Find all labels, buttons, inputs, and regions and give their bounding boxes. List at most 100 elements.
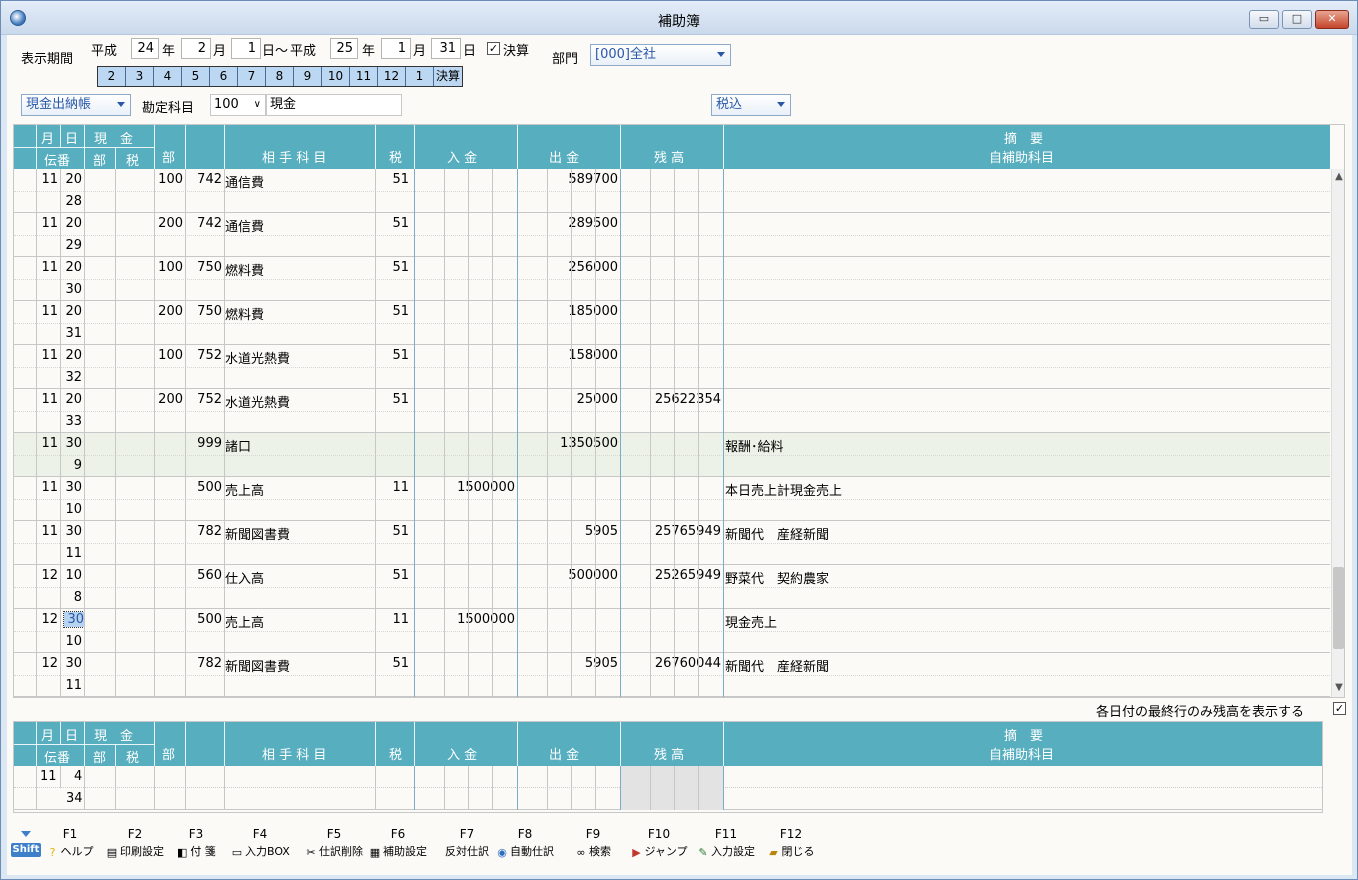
scroll-thumb[interactable] <box>1333 567 1344 649</box>
cell-account[interactable]: 燃料費 <box>225 260 264 279</box>
tax-mode-select[interactable]: 税込 <box>711 94 791 116</box>
cell-dept[interactable]: 200 <box>154 304 183 319</box>
tab-month[interactable]: 12 <box>378 67 406 86</box>
f4-button[interactable]: F4 ▭ 入力BOX <box>231 827 290 859</box>
cell-month[interactable]: 12 <box>36 612 58 627</box>
f12-button[interactable]: F12 ▰ 閉じる <box>763 827 819 859</box>
cell-denban[interactable]: 11 <box>60 546 82 561</box>
close-button[interactable]: ✕ <box>1315 10 1349 29</box>
cell-month[interactable]: 11 <box>36 304 58 319</box>
cell-tax[interactable]: 11 <box>375 612 409 627</box>
cell-tax[interactable]: 51 <box>375 524 409 539</box>
table-row[interactable]: 12 30 10 500 売上高 11 1500000 現金売上 <box>14 609 1330 653</box>
year1-field[interactable]: 24 <box>131 38 159 59</box>
cell-code[interactable]: 782 <box>185 656 222 671</box>
cell-zandaka[interactable]: 26760044 <box>620 656 721 671</box>
cell-tax[interactable]: 51 <box>375 304 409 319</box>
table-row[interactable]: 11 20 33 200 752 水道光熱費 51 25000 25622354 <box>14 389 1330 433</box>
cell-month[interactable]: 11 <box>36 480 58 495</box>
table-row[interactable]: 11 30 11 782 新聞図書費 51 5905 25765949 新聞代 産経新聞 <box>14 521 1330 565</box>
cell-nyukin[interactable]: 1500000 <box>414 612 515 627</box>
cell-shukkin[interactable]: 158000 <box>517 348 618 363</box>
day2-field[interactable]: 31 <box>431 38 461 59</box>
cell-dept[interactable]: 100 <box>154 172 183 187</box>
cell-account[interactable]: 諸口 <box>225 436 251 455</box>
cell-tax[interactable]: 51 <box>375 656 409 671</box>
cell-account[interactable]: 新聞図書費 <box>225 524 290 543</box>
cell-day[interactable]: 30 <box>63 611 85 628</box>
cell-day[interactable]: 20 <box>60 304 82 319</box>
cell-code[interactable]: 560 <box>185 568 222 583</box>
cell-zandaka[interactable]: 25765949 <box>620 524 721 539</box>
cell-tax[interactable]: 51 <box>375 568 409 583</box>
tab-month[interactable]: 2 <box>98 67 126 86</box>
cell-dept[interactable]: 100 <box>154 260 183 275</box>
cell-day[interactable]: 30 <box>60 436 82 451</box>
scroll-up-icon[interactable]: ▲ <box>1332 171 1344 185</box>
f8-button[interactable]: F8 ◉ 自動仕訳 <box>495 827 555 859</box>
cell-tekiyo[interactable]: 本日売上計現金売上 <box>725 480 842 499</box>
cell-tax[interactable]: 51 <box>375 348 409 363</box>
cell-month[interactable]: 12 <box>36 656 58 671</box>
cell-day[interactable]: 30 <box>60 524 82 539</box>
entry-day[interactable]: 4 <box>74 769 82 784</box>
f7-button[interactable]: F7 反対仕訳 <box>443 827 491 859</box>
cell-denban[interactable]: 9 <box>60 458 82 473</box>
cell-account[interactable]: 売上高 <box>225 480 264 499</box>
cell-code[interactable]: 500 <box>185 480 222 495</box>
cell-account[interactable]: 売上高 <box>225 612 264 631</box>
cell-denban[interactable]: 11 <box>60 678 82 693</box>
cell-shukkin[interactable]: 256000 <box>517 260 618 275</box>
cell-dept[interactable]: 200 <box>154 216 183 231</box>
cell-account[interactable]: 通信費 <box>225 216 264 235</box>
account-name-field[interactable]: 現金 <box>266 94 402 116</box>
f9-button[interactable]: F9 ∞ 検索 <box>569 827 617 859</box>
tab-month[interactable]: 6 <box>210 67 238 86</box>
cell-code[interactable]: 750 <box>185 260 222 275</box>
cell-denban[interactable]: 8 <box>60 590 82 605</box>
cell-dept[interactable]: 100 <box>154 348 183 363</box>
vertical-scrollbar[interactable]: ▲ ▼ <box>1331 169 1344 697</box>
tab-kessan[interactable]: 決算 <box>434 67 462 86</box>
cell-shukkin[interactable]: 5905 <box>517 656 618 671</box>
cell-tax[interactable]: 51 <box>375 216 409 231</box>
cell-denban[interactable]: 10 <box>60 502 82 517</box>
cell-denban[interactable]: 30 <box>60 282 82 297</box>
cell-tax[interactable]: 51 <box>375 260 409 275</box>
cell-denban[interactable]: 31 <box>60 326 82 341</box>
cell-shukkin[interactable]: 25000 <box>517 392 618 407</box>
tab-month[interactable]: 4 <box>154 67 182 86</box>
table-row[interactable]: 11 20 28 100 742 通信費 51 589700 <box>14 169 1330 213</box>
cell-denban[interactable]: 28 <box>60 194 82 209</box>
cell-zandaka[interactable]: 25622354 <box>620 392 721 407</box>
day1-field[interactable]: 1 <box>231 38 261 59</box>
f2-button[interactable]: F2 ▤ 印刷設定 <box>105 827 165 859</box>
tab-month[interactable]: 3 <box>126 67 154 86</box>
cell-month[interactable]: 12 <box>36 568 58 583</box>
tab-month[interactable]: 10 <box>322 67 350 86</box>
cell-shukkin[interactable]: 289500 <box>517 216 618 231</box>
cell-tekiyo[interactable]: 現金売上 <box>725 612 777 631</box>
dept-select[interactable]: [000]全社 <box>590 44 731 66</box>
cell-tax[interactable]: 51 <box>375 172 409 187</box>
cell-code[interactable]: 999 <box>185 436 222 451</box>
f5-button[interactable]: F5 ✂ 仕訳削除 <box>305 827 363 859</box>
cell-day[interactable]: 20 <box>60 348 82 363</box>
cell-account[interactable]: 通信費 <box>225 172 264 191</box>
cell-shukkin[interactable]: 1350500 <box>517 436 618 451</box>
cell-denban[interactable]: 33 <box>60 414 82 429</box>
cell-account[interactable]: 仕入高 <box>225 568 264 587</box>
cell-month[interactable]: 11 <box>36 436 58 451</box>
cell-day[interactable]: 30 <box>60 656 82 671</box>
cell-month[interactable]: 11 <box>36 172 58 187</box>
cell-code[interactable]: 782 <box>185 524 222 539</box>
f3-button[interactable]: F3 ◧ 付 箋 <box>170 827 222 859</box>
table-row[interactable]: 11 30 10 500 売上高 11 1500000 本日売上計現金売上 <box>14 477 1330 521</box>
cell-dept[interactable]: 200 <box>154 392 183 407</box>
cell-nyukin[interactable]: 1500000 <box>414 480 515 495</box>
month2-field[interactable]: 1 <box>381 38 411 59</box>
cell-tekiyo[interactable]: 報酬･給料 <box>725 436 784 455</box>
cell-month[interactable]: 11 <box>36 524 58 539</box>
entry-denban[interactable]: 34 <box>66 791 83 806</box>
cell-denban[interactable]: 29 <box>60 238 82 253</box>
